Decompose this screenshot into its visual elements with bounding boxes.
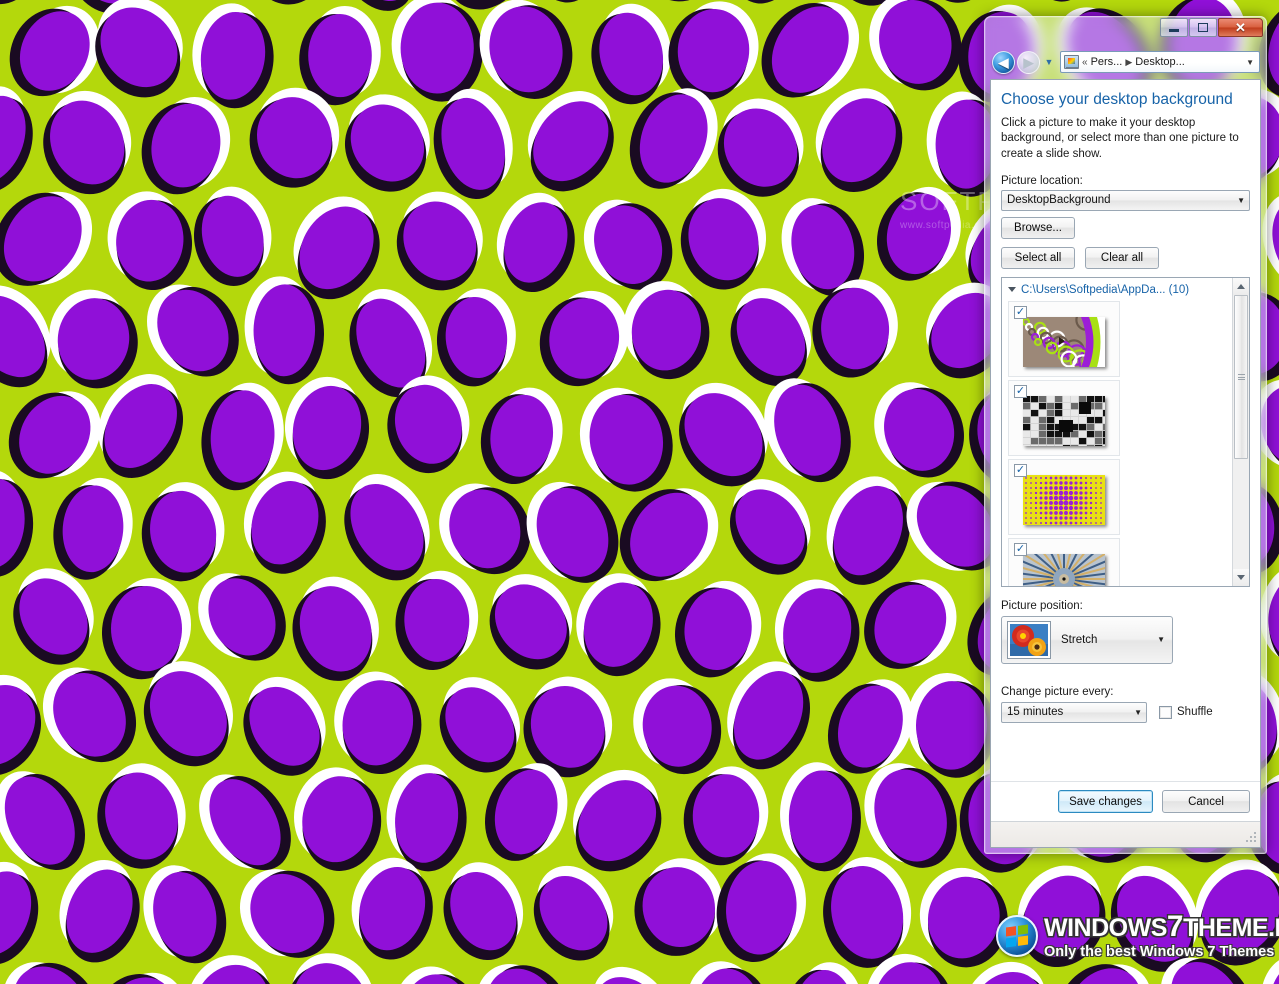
resize-grip[interactable] xyxy=(1244,832,1257,845)
select-all-button[interactable]: Select all xyxy=(1001,246,1075,269)
thumbnail-checkbox[interactable]: ✓ xyxy=(1014,542,1027,556)
settings-panel: Choose your desktop background Click a p… xyxy=(991,80,1260,781)
recent-pages-button[interactable]: ▼ xyxy=(1042,51,1056,74)
thumbnail-item[interactable]: ✓ xyxy=(1008,300,1120,377)
selection-buttons-row: Select all Clear all xyxy=(1001,246,1250,269)
chevron-down-icon: ▼ xyxy=(1044,57,1054,67)
change-picture-controls: 15 minutes ▼ Shuffle xyxy=(1001,701,1250,723)
breadcrumb-personalization[interactable]: Pers... xyxy=(1091,56,1123,68)
picture-list-scrollbar[interactable] xyxy=(1232,277,1249,586)
close-icon: ✕ xyxy=(1235,20,1246,35)
picture-position-combo[interactable]: Stretch ▼ xyxy=(1001,615,1173,664)
chevron-down-icon: ▼ xyxy=(1157,635,1165,645)
clear-all-button[interactable]: Clear all xyxy=(1085,246,1159,269)
personalization-window: ✕ ◀ ▶ ▼ « Pers... ▶ Desktop... ▼ Choose … xyxy=(984,16,1267,854)
shuffle-checkbox[interactable] xyxy=(1159,705,1172,719)
scroll-down-button[interactable] xyxy=(1233,568,1249,586)
change-picture-section: Change picture every: 15 minutes ▼ Shuff… xyxy=(1001,686,1250,723)
forward-arrow-icon: ▶ xyxy=(1023,54,1034,70)
back-button[interactable]: ◀ xyxy=(992,50,1015,74)
picture-position-preview xyxy=(1007,620,1051,659)
thumbnail-image-fractal-swirls-green-purple xyxy=(1023,317,1105,368)
chevron-down-icon: ▼ xyxy=(1237,195,1245,205)
thumbnail-grid: ✓✓✓✓✓✓ xyxy=(1008,300,1228,586)
folder-group-header[interactable]: C:\Users\Softpedia\AppDa... (10) xyxy=(1008,284,1228,296)
thumbnail-image-blue-gold-starburst xyxy=(1023,554,1105,586)
thumbnail-item[interactable]: ✓ xyxy=(1008,537,1120,586)
address-bar[interactable]: « Pers... ▶ Desktop... ▼ xyxy=(1060,51,1260,73)
thumbnail-item[interactable]: ✓ xyxy=(1008,379,1120,456)
collapse-triangle-icon[interactable] xyxy=(1008,287,1016,293)
chevron-down-icon: ▼ xyxy=(1134,707,1142,717)
thumbnail-checkbox[interactable]: ✓ xyxy=(1014,463,1027,477)
picture-list[interactable]: C:\Users\Softpedia\AppDa... (10) ✓✓✓✓✓✓ xyxy=(1001,276,1250,587)
thumbnail-image-black-white-blocks xyxy=(1023,396,1105,447)
forward-button[interactable]: ▶ xyxy=(1017,50,1040,74)
save-changes-button[interactable]: Save changes xyxy=(1058,790,1153,813)
scroll-up-button[interactable] xyxy=(1233,277,1249,295)
picture-list-content: C:\Users\Softpedia\AppDa... (10) ✓✓✓✓✓✓ xyxy=(1002,278,1232,586)
thumbnail-image-yellow-purple-dot-grid xyxy=(1023,475,1105,526)
status-bar xyxy=(991,821,1260,847)
shuffle-checkbox-row[interactable]: Shuffle xyxy=(1159,705,1213,719)
change-interval-combo[interactable]: 15 minutes ▼ xyxy=(1001,701,1147,723)
picture-location-combo[interactable]: DesktopBackground ▼ xyxy=(1001,189,1250,211)
thumbnail-checkbox[interactable]: ✓ xyxy=(1014,384,1027,398)
breadcrumb-desktop-background[interactable]: Desktop... xyxy=(1135,56,1185,68)
page-title: Choose your desktop background xyxy=(1001,91,1233,108)
picture-location-label: Picture location: xyxy=(1001,174,1083,187)
cancel-button[interactable]: Cancel xyxy=(1162,790,1250,813)
window-client-area: Choose your desktop background Click a p… xyxy=(990,79,1261,848)
scrollbar-thumb[interactable] xyxy=(1234,294,1248,460)
maximize-button[interactable] xyxy=(1189,18,1217,37)
personalization-icon xyxy=(1064,55,1079,69)
navigation-bar: ◀ ▶ ▼ « Pers... ▶ Desktop... ▼ xyxy=(985,45,1266,79)
browse-row: Browse... xyxy=(1001,216,1250,239)
picture-location-value: DesktopBackground xyxy=(1007,194,1111,207)
window-titlebar[interactable]: ✕ xyxy=(985,17,1266,45)
folder-path-label: C:\Users\Softpedia\AppDa... (10) xyxy=(1021,283,1190,296)
overflow-chevrons-icon[interactable]: « xyxy=(1082,57,1088,68)
page-description: Click a picture to make it your desktop … xyxy=(1001,117,1239,160)
scrollbar-track[interactable] xyxy=(1233,294,1249,569)
thumbnail-checkbox[interactable]: ✓ xyxy=(1014,305,1027,319)
shuffle-label: Shuffle xyxy=(1177,706,1213,719)
close-button[interactable]: ✕ xyxy=(1218,18,1263,37)
command-buttons-row: Save changes Cancel xyxy=(991,781,1260,821)
picture-position-value: Stretch xyxy=(1061,633,1098,646)
change-picture-label: Change picture every: xyxy=(1001,685,1114,698)
back-arrow-icon: ◀ xyxy=(998,54,1009,70)
change-interval-value: 15 minutes xyxy=(1007,706,1064,719)
window-controls: ✕ xyxy=(1160,18,1263,37)
breadcrumb-separator-icon: ▶ xyxy=(1125,56,1133,67)
flowers-preview-icon xyxy=(1010,623,1048,656)
thumbnail-item[interactable]: ✓ xyxy=(1008,458,1120,535)
picture-position-label: Picture position: xyxy=(1001,599,1083,612)
browse-button[interactable]: Browse... xyxy=(1001,216,1075,239)
address-dropdown-icon[interactable]: ▼ xyxy=(1246,58,1256,67)
minimize-button[interactable] xyxy=(1160,18,1188,37)
